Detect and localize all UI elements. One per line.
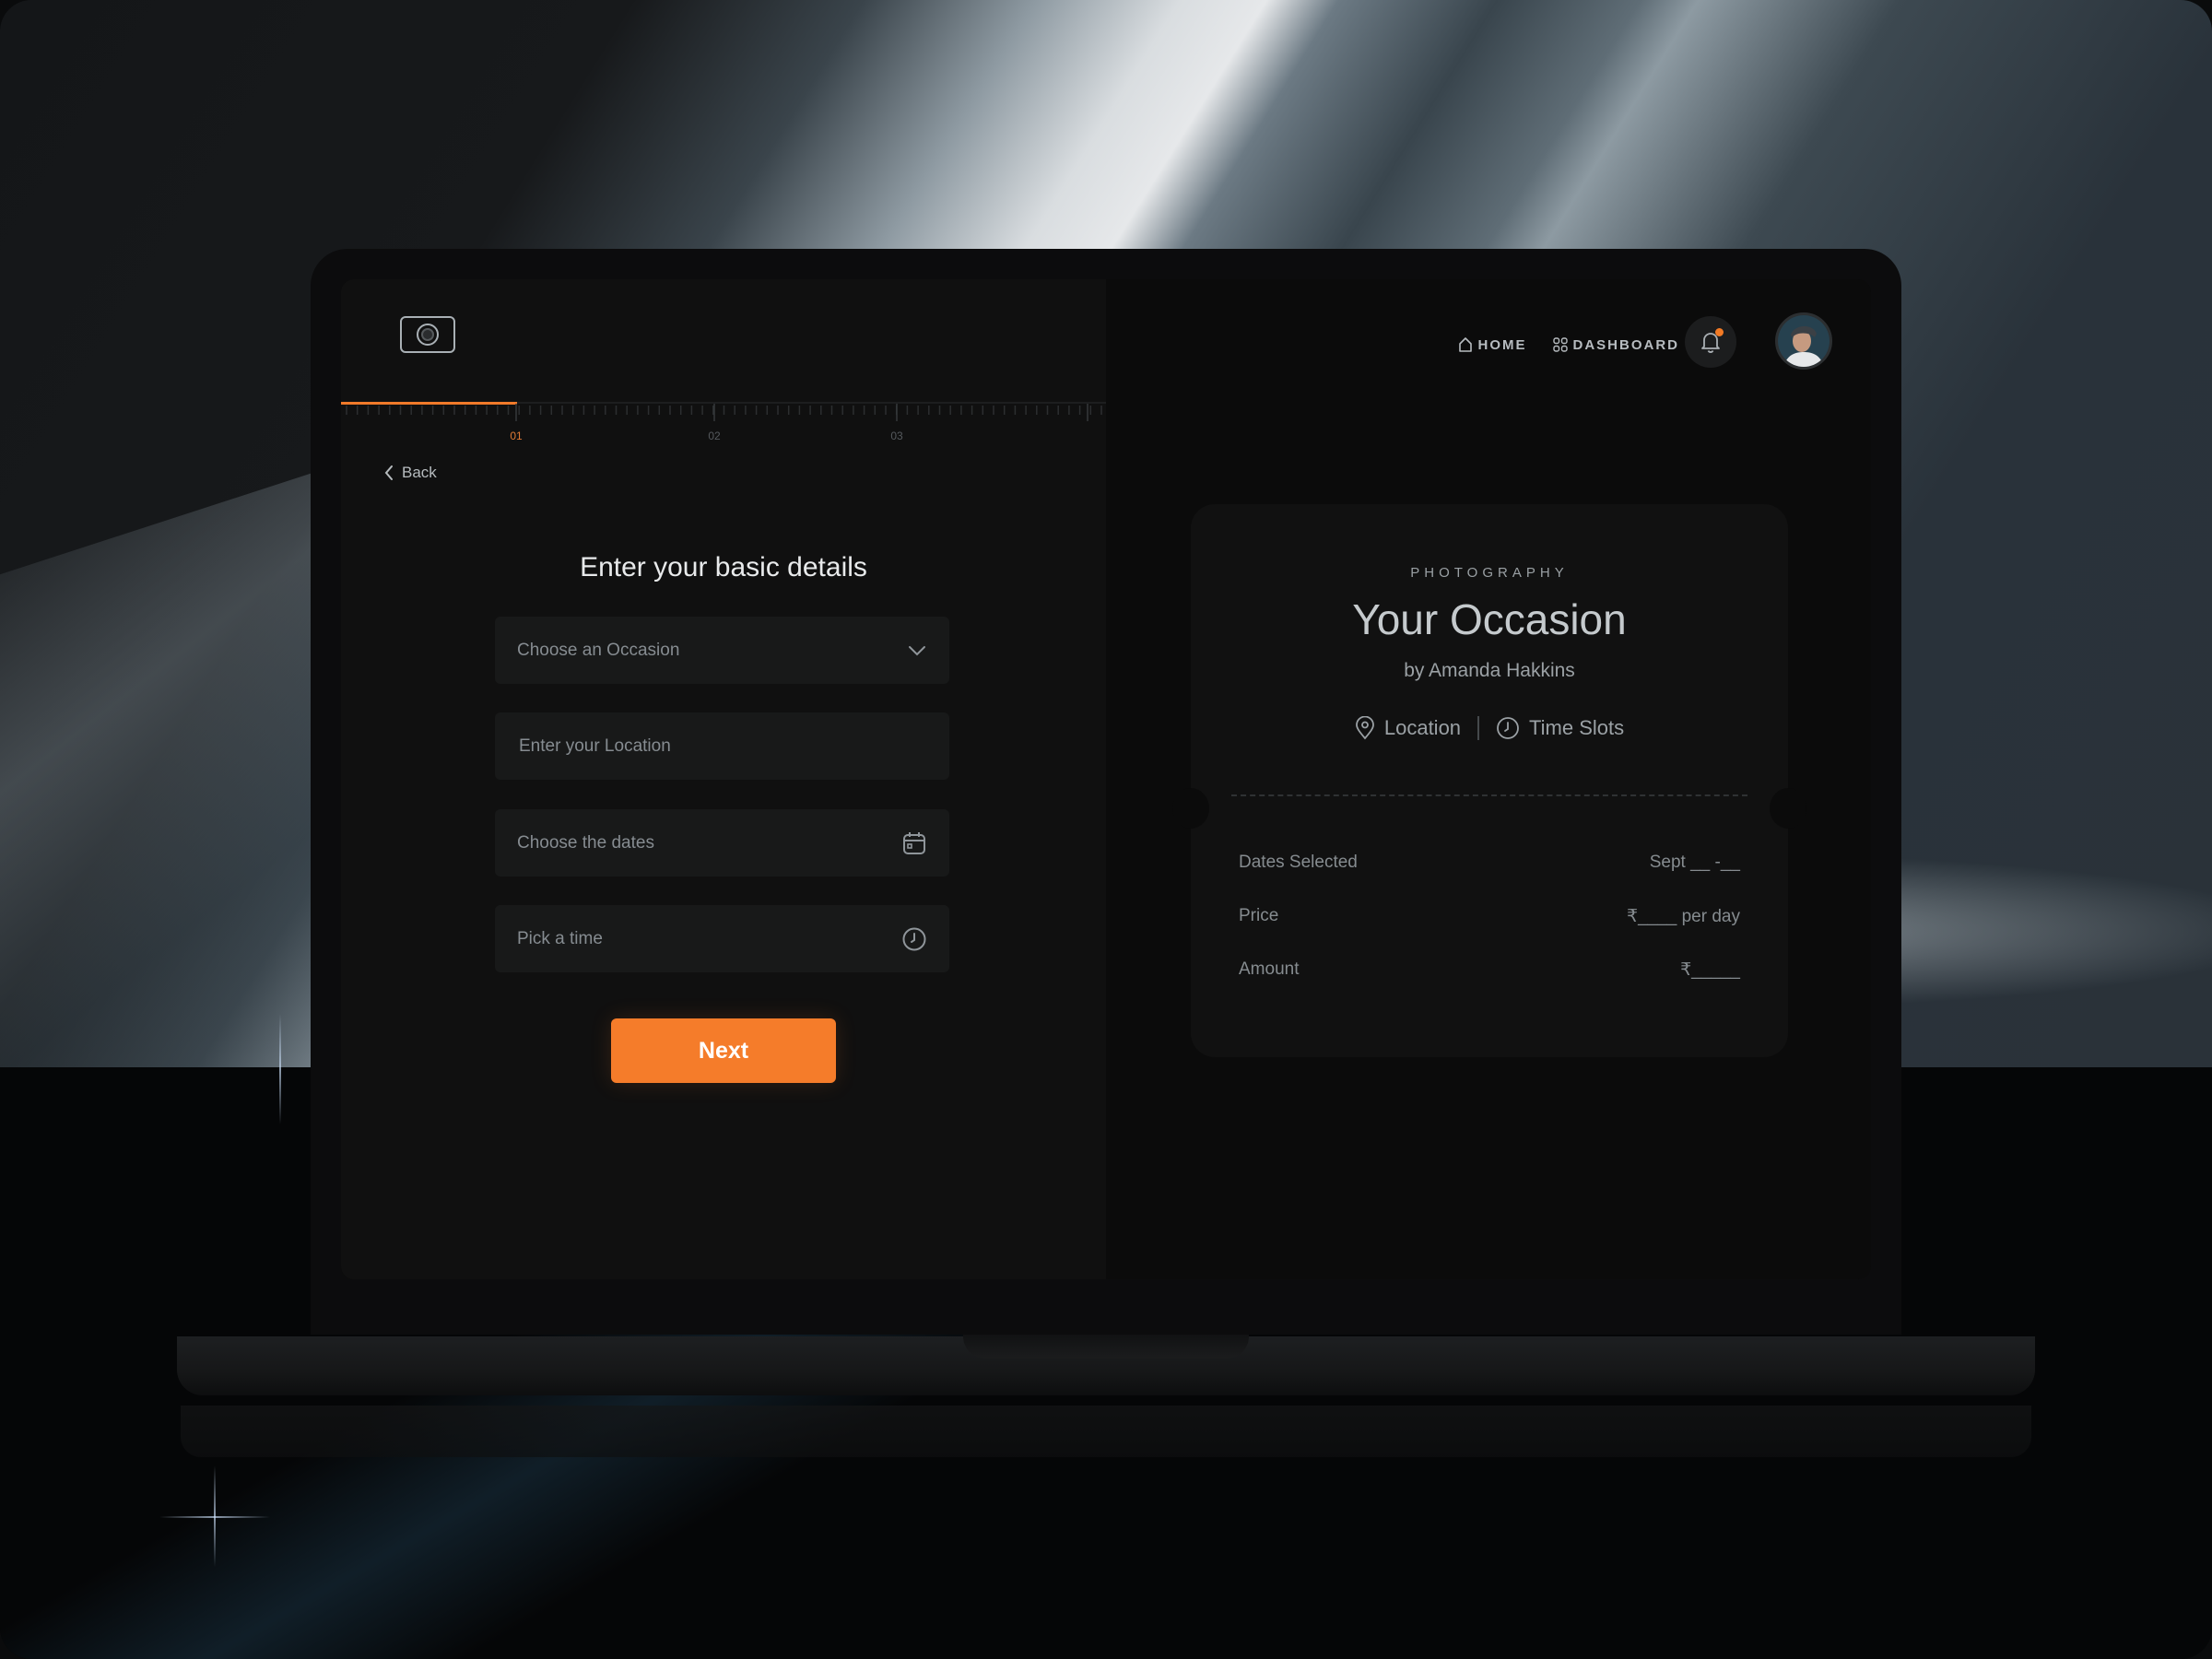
summary-row: Price ₹____ per day (1239, 906, 1740, 927)
ticket-notch-right (1770, 788, 1806, 829)
nav-home-label: HOME (1477, 336, 1527, 353)
clock-icon[interactable] (901, 926, 927, 952)
summary-title: Your Occasion (1352, 595, 1627, 643)
dates-placeholder: Choose the dates (517, 832, 654, 853)
location-field[interactable] (495, 712, 949, 780)
form-title: Enter your basic details (580, 552, 867, 582)
notification-badge (1715, 328, 1724, 336)
meta-divider (1477, 716, 1480, 740)
laptop-base-notch (963, 1335, 1249, 1359)
avatar-image (1778, 315, 1830, 367)
summary-time-slots-label: Time Slots (1529, 716, 1625, 739)
summary-location: Location (1355, 716, 1461, 740)
dashboard-grid-icon (1552, 337, 1568, 352)
occasion-select-placeholder: Choose an Occasion (517, 640, 680, 660)
summary-byline: by Amanda Hakkins (1404, 660, 1575, 681)
step-progress-ruler (341, 402, 1106, 429)
back-label: Back (402, 464, 437, 481)
dates-field[interactable]: Choose the dates (495, 809, 949, 877)
clock-icon (1497, 717, 1519, 739)
summary-row: Amount ₹_____ (1239, 959, 1740, 981)
camera-logo-icon[interactable] (400, 316, 455, 353)
chevron-left-icon (384, 465, 393, 480)
step-label-03: 03 (890, 429, 903, 442)
calendar-icon[interactable] (901, 830, 927, 856)
summary-row-label: Price (1239, 906, 1279, 925)
location-input[interactable] (517, 735, 927, 758)
location-pin-icon (1355, 716, 1374, 740)
mockup-scene: 01 02 03 Back Enter your basic details Cho… (0, 0, 2212, 1659)
sparkle-decoration (279, 1014, 281, 1124)
home-icon (1458, 337, 1472, 352)
step-label-01: 01 (510, 429, 523, 442)
top-nav: HOME DASHBOARD (1458, 336, 1680, 353)
ticket-dashed-divider (1231, 794, 1747, 796)
laptop-base-reflection (181, 1406, 2031, 1457)
summary-location-label: Location (1383, 716, 1462, 739)
user-avatar[interactable] (1775, 312, 1832, 370)
summary-row-value: Sept __ -__ (1649, 853, 1740, 872)
ruler-ticks (346, 404, 1102, 421)
summary-time-slots: Time Slots (1496, 716, 1624, 740)
booking-summary-card: PHOTOGRAPHY Your Occasion by Amanda Hakk… (1172, 504, 1806, 1057)
ticket-notch-left (1172, 788, 1209, 829)
laptop-screen: 01 02 03 Back Enter your basic details Cho… (341, 279, 1871, 1279)
nav-dashboard-label: DASHBOARD (1572, 336, 1679, 353)
summary-row-value: ₹_____ (1680, 960, 1740, 980)
form-panel: 01 02 03 Back Enter your basic details Cho… (341, 279, 1106, 1279)
time-placeholder: Pick a time (517, 928, 603, 948)
summary-category: PHOTOGRAPHY (1410, 565, 1569, 581)
time-field[interactable]: Pick a time (495, 905, 949, 972)
back-button[interactable]: Back (383, 464, 437, 482)
chevron-down-icon (909, 645, 925, 655)
summary-row-label: Dates Selected (1239, 853, 1358, 872)
nav-dashboard[interactable]: DASHBOARD (1552, 336, 1680, 353)
summary-row-value: ₹____ per day (1626, 907, 1740, 926)
next-button[interactable]: Next (611, 1018, 836, 1083)
occasion-select[interactable]: Choose an Occasion (495, 617, 949, 684)
nav-home[interactable]: HOME (1458, 336, 1527, 353)
step-label-02: 02 (708, 429, 721, 442)
sparkle-decoration (214, 1465, 216, 1567)
summary-meta: Location Time Slots (1191, 716, 1788, 740)
summary-row: Dates Selected Sept __ -__ (1239, 853, 1740, 873)
summary-row-label: Amount (1239, 959, 1300, 979)
notifications-button[interactable] (1685, 316, 1736, 368)
